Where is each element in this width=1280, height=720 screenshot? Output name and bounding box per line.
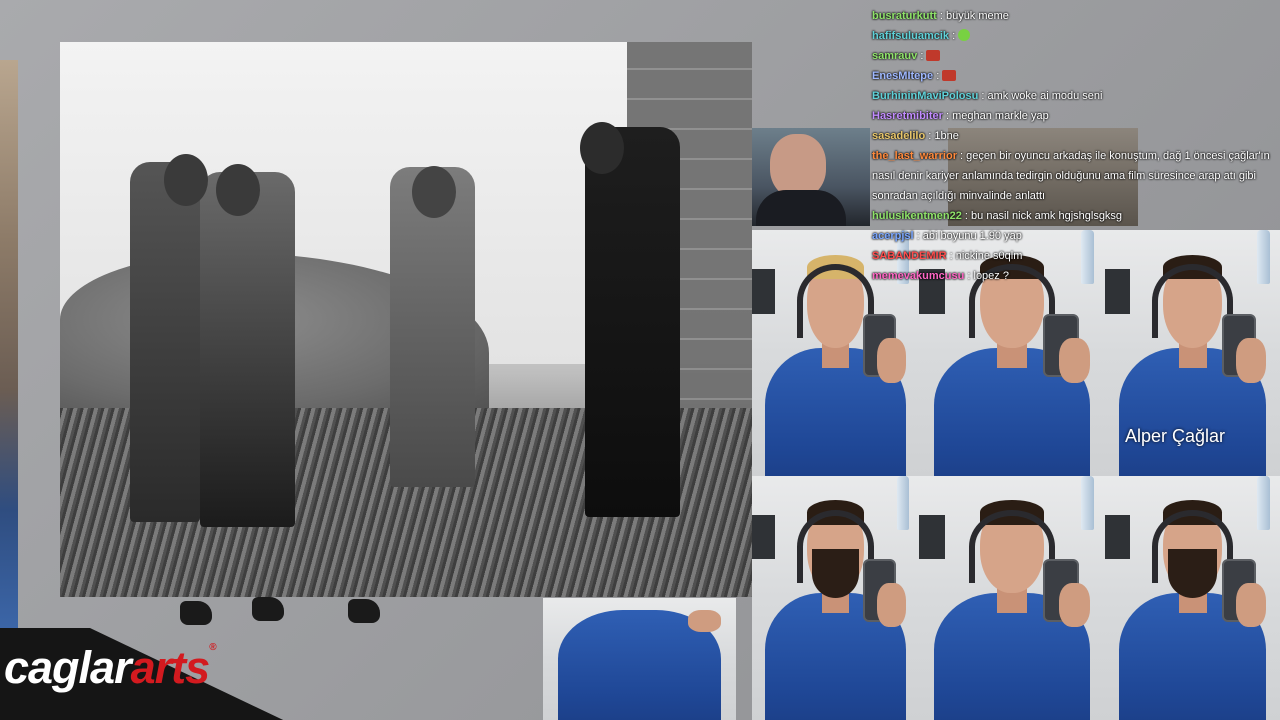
chat-message: sasadelilo : 1bne (872, 126, 1280, 146)
green-face-emote-icon (958, 29, 971, 41)
shoe (252, 597, 284, 621)
chat-text: nickine s0qlm (955, 250, 1023, 262)
chat-separator: : (961, 210, 972, 222)
grid-caption: Alper Çağlar (1125, 426, 1226, 446)
chat-message: acerpjsl : abi boyunu 1.90 yap (872, 226, 1280, 246)
chat-username: acerpjsl (872, 230, 914, 242)
hand (1058, 338, 1091, 383)
stream-overlay: caglararts® Alper Çağlar busraturkutt: … (0, 0, 1280, 720)
bottle (1257, 476, 1270, 530)
logo-text-red: arts (130, 642, 211, 693)
headphones-icon (969, 510, 1055, 584)
chat-separator: : (936, 10, 946, 22)
chat-text: büyük meme (945, 10, 1009, 22)
photo-person-soldier (130, 162, 200, 522)
avatar-tile (919, 476, 1105, 720)
chat-username: hulusikentmen22 (872, 210, 962, 222)
chat-username: BurhininMaviPolosu (872, 90, 979, 102)
caglararts-logo: caglararts® (4, 642, 217, 694)
registered-mark: ® (209, 642, 216, 653)
avatar-tile (1105, 476, 1280, 720)
chat-separator: : (913, 230, 923, 242)
chat-message: hulusikentmen22 : bu nasil nick amk hgjs… (872, 206, 1280, 226)
chat-message: hafifsuluamcik : (872, 26, 1280, 46)
chat-text: abi boyunu 1.90 yap (922, 230, 1022, 242)
face (770, 134, 826, 198)
chat-overlay: busraturkutt : büyük meme hafifsuluamcik… (872, 6, 1280, 286)
bottle (897, 476, 909, 530)
chat-message: memevakumcusu : lopez ? (872, 266, 1280, 286)
hand (1236, 583, 1266, 628)
chat-message: BurhininMaviPolosu : amk woke ai modu se… (872, 86, 1280, 106)
red-face-emote-icon (942, 70, 957, 81)
chat-separator: : (925, 130, 935, 142)
logo-text-white: ar (90, 642, 132, 693)
chat-separator: : (933, 70, 943, 82)
chat-username: memevakumcusu (872, 270, 965, 282)
chat-separator: : (964, 270, 974, 282)
appliance (919, 515, 946, 559)
chat-separator: : (956, 150, 967, 162)
chat-username: Hasretmibiter (872, 110, 943, 122)
photo-head (164, 154, 208, 206)
chat-message: samrauv : (872, 46, 1280, 66)
photo-head (216, 164, 260, 216)
chat-message: busraturkutt : büyük meme (872, 6, 1280, 26)
chat-separator: : (978, 90, 988, 102)
avatar-tile-partial (543, 598, 736, 720)
chat-username: sasadelilo (872, 130, 926, 142)
chat-text: 1bne (934, 130, 959, 142)
photo-head (580, 122, 624, 174)
hand (1058, 583, 1091, 628)
chat-text: bu nasil nick amk hgjshglsgksg (971, 210, 1123, 222)
hand (687, 610, 721, 633)
photo-head (412, 166, 456, 218)
chat-separator: : (942, 110, 953, 122)
avatar-tile (752, 476, 919, 720)
appliance (752, 515, 776, 559)
shoe (180, 601, 212, 625)
meme-image-suit-man (752, 128, 870, 226)
chat-separator: : (946, 250, 956, 262)
chat-message: Hasretmibiter : meghan markle yap (872, 106, 1280, 126)
appliance (1105, 515, 1130, 559)
hand (877, 338, 906, 383)
headphones-icon (1152, 510, 1233, 584)
chat-separator: : (917, 50, 927, 62)
chat-message: the_last_warrior : geçen bir oyuncu arka… (872, 146, 1280, 206)
chat-separator: : (949, 30, 959, 42)
chat-username: busraturkutt (872, 10, 937, 22)
hand (1236, 338, 1266, 383)
chat-username: the_last_warrior (872, 150, 957, 162)
chat-message: EnesMItepe : (872, 66, 1280, 86)
left-camera-strip (0, 60, 18, 660)
film-set-photo (60, 42, 752, 597)
chat-message: SABANDEMIR : nickine s0qlm (872, 246, 1280, 266)
chat-text: lopez ? (973, 270, 1009, 282)
feet-below-photo (180, 597, 390, 635)
suit (756, 190, 846, 226)
shoe (348, 599, 380, 623)
chat-text: amk woke ai modu seni (987, 90, 1103, 102)
chat-username: hafifsuluamcik (872, 30, 950, 42)
appliance (752, 269, 776, 314)
chat-username: samrauv (872, 50, 918, 62)
chat-username: EnesMItepe (872, 70, 934, 82)
logo-text-white: cagl (4, 642, 91, 693)
photo-person-crew (200, 172, 295, 527)
chat-text: meghan markle yap (952, 110, 1049, 122)
red-face-emote-icon (926, 50, 941, 61)
chat-username: SABANDEMIR (872, 250, 947, 262)
photo-person-director (585, 127, 680, 517)
bottle (1080, 476, 1094, 530)
hand (877, 583, 906, 628)
